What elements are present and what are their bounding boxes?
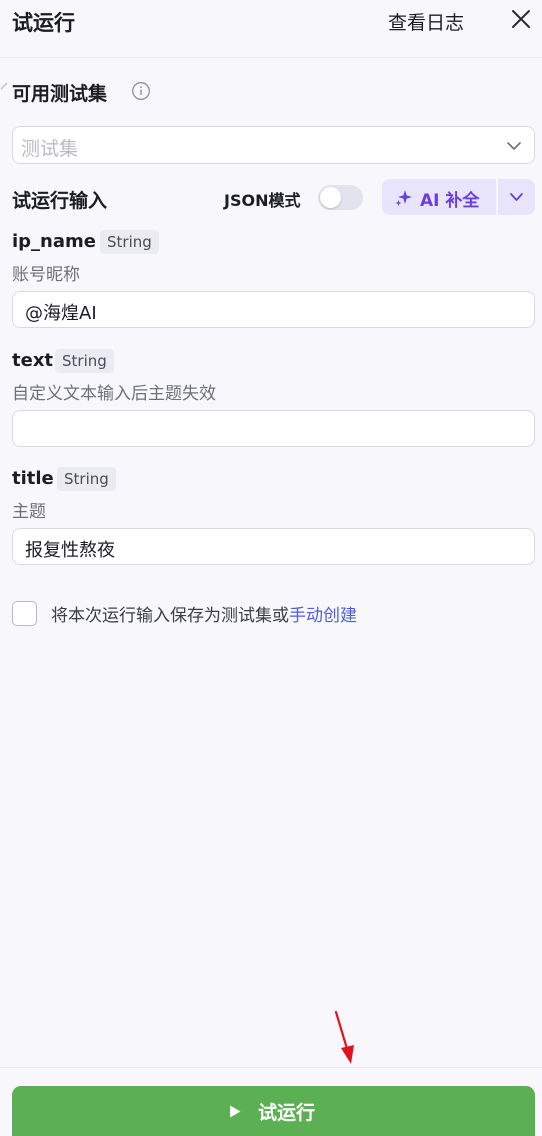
view-log-link[interactable]: 查看日志	[388, 8, 464, 35]
footer-divider	[0, 1067, 542, 1068]
type-tag: String	[55, 349, 114, 373]
field-name: title	[12, 468, 54, 489]
test-run-panel: 试运行 查看日志 可用测试集 测试集 试运行输入 JSON模式 AI 补全 ip…	[0, 0, 542, 1136]
chevron-down-icon	[510, 193, 523, 201]
type-tag: String	[100, 230, 159, 254]
panel-header: 试运行 查看日志	[0, 0, 542, 58]
play-icon	[230, 1105, 241, 1118]
field-description: 主题	[12, 502, 46, 522]
chevron-down-icon	[507, 142, 521, 150]
collapse-handle-icon	[0, 82, 8, 90]
save-testset-text: 将本次运行输入保存为测试集或手动创建	[51, 601, 357, 626]
text-input[interactable]	[12, 410, 535, 447]
save-testset-label: 将本次运行输入保存为测试集或	[51, 606, 289, 626]
testset-label: 可用测试集	[12, 83, 108, 105]
manual-create-link[interactable]: 手动创建	[289, 606, 357, 626]
run-button[interactable]: 试运行	[12, 1086, 535, 1136]
field-description: 自定义文本输入后主题失效	[12, 384, 216, 404]
field-description: 账号昵称	[12, 265, 80, 285]
panel-title: 试运行	[12, 11, 75, 35]
input-value: 报复性熬夜	[25, 540, 115, 561]
info-icon[interactable]	[131, 81, 151, 101]
testset-select[interactable]: 测试集	[12, 126, 535, 164]
sparkle-icon	[395, 190, 412, 206]
run-input-label: 试运行输入	[12, 190, 108, 212]
testset-placeholder: 测试集	[21, 138, 79, 160]
close-icon[interactable]	[510, 8, 532, 30]
ai-complete-dropdown[interactable]	[498, 179, 535, 215]
input-value: @海煌AI	[25, 303, 97, 324]
ai-complete-button[interactable]: AI 补全	[382, 179, 496, 215]
type-tag: String	[57, 467, 116, 491]
annotation-arrow-icon	[334, 1010, 354, 1064]
field-name: text	[12, 350, 54, 371]
json-mode-toggle[interactable]	[318, 185, 363, 210]
field-name: ip_name	[12, 231, 96, 252]
title-input[interactable]: 报复性熬夜	[12, 528, 535, 565]
run-button-label: 试运行	[258, 1102, 316, 1124]
json-mode-label: JSON模式	[224, 191, 301, 210]
toggle-knob	[320, 187, 341, 208]
save-testset-checkbox[interactable]	[12, 601, 37, 626]
ai-complete-label: AI 补全	[420, 191, 480, 211]
ip-name-input[interactable]: @海煌AI	[12, 291, 535, 328]
